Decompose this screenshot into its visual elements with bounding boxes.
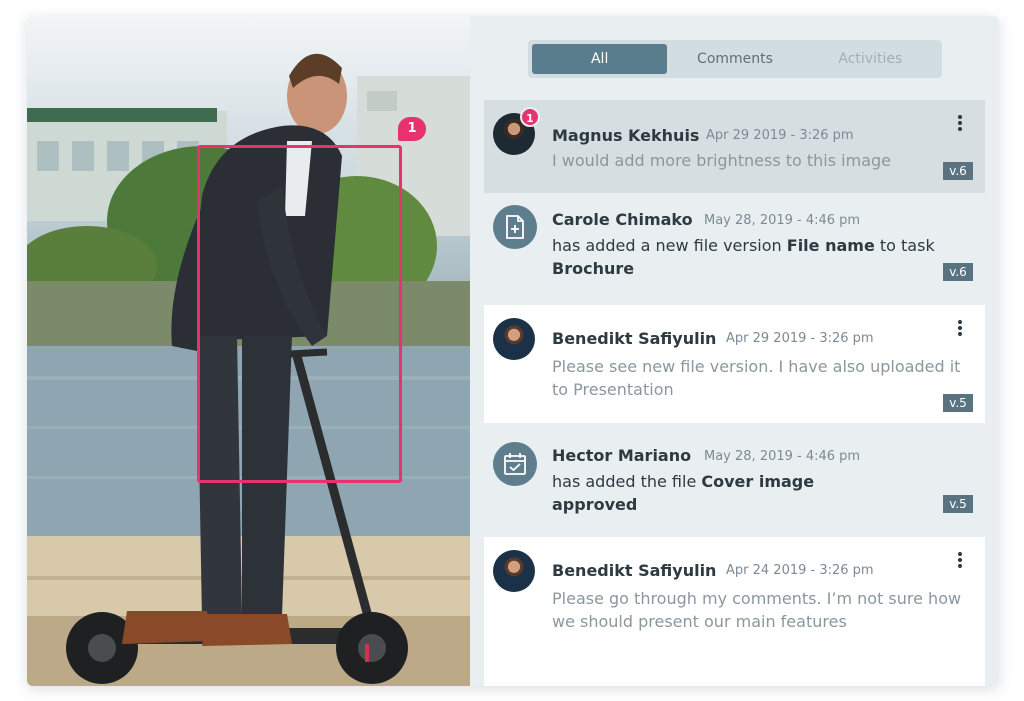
timestamp: Apr 24 2019 - 3:26 pm <box>726 563 874 578</box>
comment-text: Please see new file version. I have also… <box>552 357 961 399</box>
version-badge: v.6 <box>943 162 973 180</box>
author-name[interactable]: Carole Chimako <box>552 210 693 229</box>
file-add-icon <box>493 205 537 249</box>
feed-item-comment[interactable]: Benedikt Safiyulin Apr 24 2019 - 3:26 pm… <box>484 537 985 686</box>
activity-text: has added a new file version File name t… <box>552 236 935 278</box>
task-link[interactable]: Brochure <box>552 259 634 278</box>
avatar[interactable] <box>493 550 535 592</box>
filter-tabs: All Comments Activities <box>528 40 942 78</box>
file-link[interactable]: File name <box>787 236 875 255</box>
version-badge: v.5 <box>943 394 973 412</box>
file-link[interactable]: Cover image <box>701 472 814 491</box>
tab-all[interactable]: All <box>532 44 668 74</box>
timestamp: May 28, 2019 - 4:46 pm <box>704 449 861 464</box>
more-options-icon[interactable] <box>955 113 965 133</box>
annotation-box[interactable] <box>197 145 402 483</box>
timestamp: Apr 29 2019 - 3:26 pm <box>726 331 874 346</box>
author-name[interactable]: Magnus Kekhuis <box>552 126 699 145</box>
comment-text: Please go through my comments. I’m not s… <box>552 589 962 631</box>
annotation-badge[interactable]: 1 <box>398 117 426 141</box>
author-name[interactable]: Benedikt Safiyulin <box>552 561 716 580</box>
author-name[interactable]: Benedikt Safiyulin <box>552 329 716 348</box>
avatar[interactable] <box>493 318 535 360</box>
review-card: 1 All Comments Activities 1 Magnus Kekhu… <box>27 16 999 686</box>
tab-activities[interactable]: Activities <box>803 44 938 74</box>
status-text: approved <box>552 495 638 514</box>
comment-text: I would add more brightness to this imag… <box>552 151 891 170</box>
timestamp: Apr 29 2019 - 3:26 pm <box>706 128 854 143</box>
feed-item-activity: Carole Chimako May 28, 2019 - 4:46 pm ha… <box>484 196 985 296</box>
activity-text: has added the file Cover image approved <box>552 472 815 514</box>
comments-panel: All Comments Activities 1 Magnus Kekhuis… <box>470 16 999 686</box>
feed-item-comment[interactable]: 1 Magnus Kekhuis Apr 29 2019 - 3:26 pm I… <box>484 100 985 193</box>
author-name[interactable]: Hector Mariano <box>552 446 691 465</box>
calendar-check-icon <box>493 442 537 486</box>
more-options-icon[interactable] <box>955 550 965 570</box>
image-preview[interactable]: 1 <box>27 16 470 686</box>
version-badge: v.6 <box>943 263 973 281</box>
feed-item-comment[interactable]: Benedikt Safiyulin Apr 29 2019 - 3:26 pm… <box>484 305 985 423</box>
feed-item-activity: Hector Mariano May 28, 2019 - 4:46 pm ha… <box>484 434 985 534</box>
more-options-icon[interactable] <box>955 318 965 338</box>
version-badge: v.5 <box>943 495 973 513</box>
timestamp: May 28, 2019 - 4:46 pm <box>704 213 861 228</box>
tab-comments[interactable]: Comments <box>667 44 802 74</box>
notification-badge: 1 <box>520 107 540 127</box>
